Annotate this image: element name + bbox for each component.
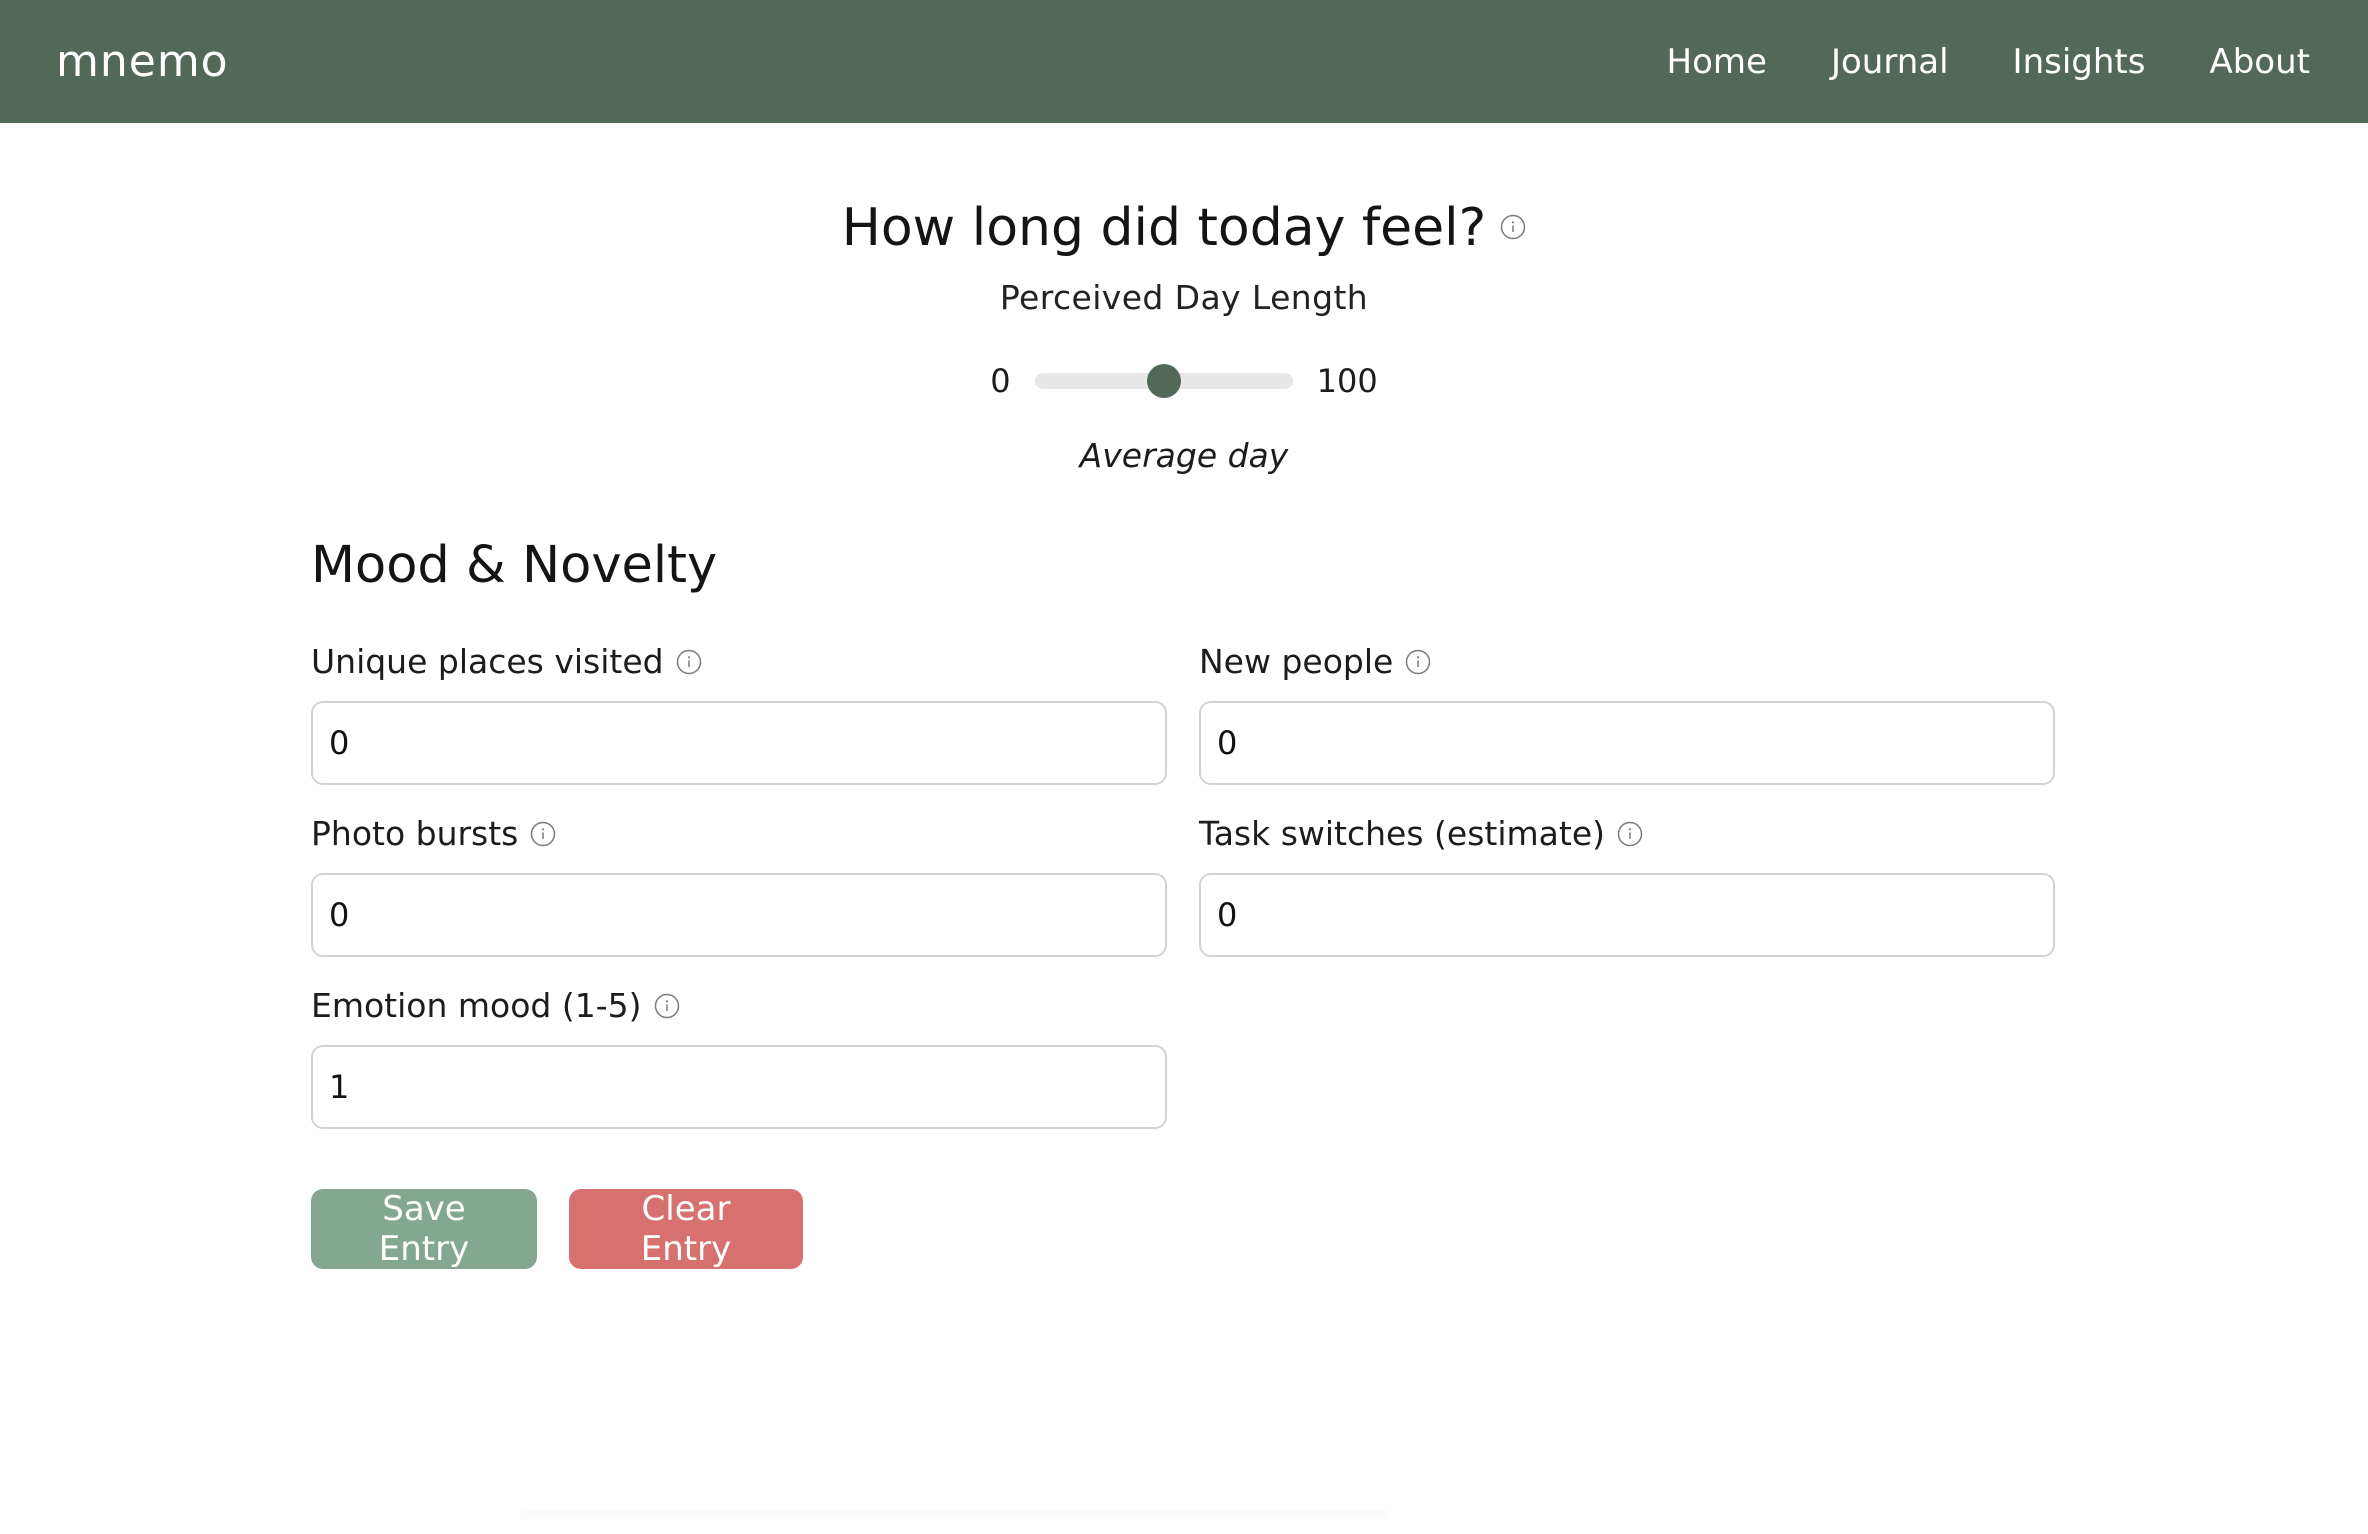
slider-thumb[interactable] xyxy=(1146,364,1181,398)
field-unique-places: Unique places visited xyxy=(311,642,1167,785)
field-task-switches: Task switches (estimate) xyxy=(1199,814,2055,957)
info-icon[interactable] xyxy=(654,988,680,1019)
info-icon[interactable] xyxy=(676,644,702,675)
bottom-divider xyxy=(520,1510,1390,1524)
top-navbar: mnemo Home Journal Insights About xyxy=(0,0,2368,123)
slider-max-label: 100 xyxy=(1316,362,1378,400)
emotion-mood-input[interactable] xyxy=(311,1045,1167,1129)
slider-subtitle: Perceived Day Length xyxy=(999,278,1369,317)
slider-value-caption: Average day xyxy=(1079,436,1289,475)
brand-logo[interactable]: mnemo xyxy=(56,36,229,87)
info-icon[interactable] xyxy=(1405,644,1431,675)
section-title: Mood & Novelty xyxy=(311,536,718,595)
day-length-slider-row: 0 100 xyxy=(0,356,2368,406)
field-new-people: New people xyxy=(1199,642,2055,785)
clear-entry-button[interactable]: Clear Entry xyxy=(569,1189,803,1269)
field-label: Emotion mood (1-5) xyxy=(311,986,642,1025)
info-icon[interactable] xyxy=(530,816,556,847)
info-icon[interactable] xyxy=(1617,816,1643,847)
field-label: Photo bursts xyxy=(311,814,519,853)
field-emotion-mood: Emotion mood (1-5) xyxy=(311,986,1167,1129)
nav-link-insights[interactable]: Insights xyxy=(2013,42,2146,82)
unique-places-input[interactable] xyxy=(311,701,1167,785)
nav-link-about[interactable]: About xyxy=(2209,42,2310,82)
new-people-input[interactable] xyxy=(1199,701,2055,785)
save-entry-button[interactable]: Save Entry xyxy=(311,1189,537,1269)
nav-link-journal[interactable]: Journal xyxy=(1831,42,1949,82)
photo-bursts-input[interactable] xyxy=(311,873,1167,957)
day-length-slider[interactable] xyxy=(1034,364,1293,398)
main-nav: Home Journal Insights About xyxy=(1667,42,2310,82)
slider-min-label: 0 xyxy=(990,362,1011,400)
nav-link-home[interactable]: Home xyxy=(1667,42,1767,82)
field-label: Unique places visited xyxy=(311,642,664,681)
task-switches-input[interactable] xyxy=(1199,873,2055,957)
field-label: New people xyxy=(1199,642,1394,681)
info-icon[interactable] xyxy=(1500,214,1526,240)
page-title: How long did today feel? xyxy=(841,198,1487,258)
field-label: Task switches (estimate) xyxy=(1199,814,1606,853)
field-photo-bursts: Photo bursts xyxy=(311,814,1167,957)
hero-title-row: How long did today feel? xyxy=(0,198,2368,258)
